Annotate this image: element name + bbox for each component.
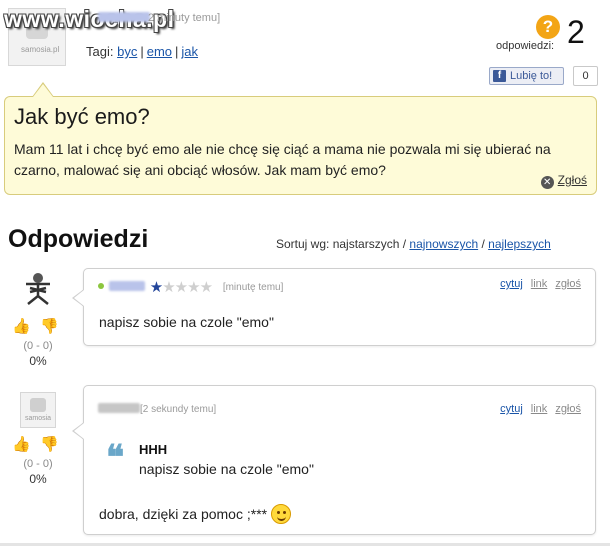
question-time: 2 minuty temu] xyxy=(148,12,221,24)
answer-text: napisz sobie na czole "emo" xyxy=(99,314,274,330)
question-title: Jak być emo? xyxy=(14,104,150,129)
question-mark-icon: ? xyxy=(536,15,560,39)
report-question-button[interactable]: ✕ Zgłoś xyxy=(540,173,587,189)
star-empty-icon: ★★★★ xyxy=(162,279,213,296)
skeleton-avatar-icon xyxy=(20,270,56,306)
permalink[interactable]: link xyxy=(531,278,548,290)
quote-author: HHH xyxy=(139,442,168,457)
quote-link[interactable]: cytuj xyxy=(500,403,523,415)
answer-meta: ★★★★★ [minutę temu] xyxy=(98,278,284,296)
report-link[interactable]: zgłoś xyxy=(555,403,581,415)
tag-link-byc[interactable]: byc xyxy=(117,44,137,59)
vote-buttons: 👍 👎 xyxy=(10,436,66,456)
quote-link[interactable]: cytuj xyxy=(500,278,523,290)
thumbs-down-icon[interactable]: 👎 xyxy=(40,436,59,454)
report-label: Zgłoś xyxy=(557,173,587,187)
sort-label: Sortuj wg: xyxy=(276,237,330,251)
close-circle-icon: ✕ xyxy=(540,176,554,189)
answer-box: [2 sekundy temu] cytuj link zgłoś ❝ HHH na… xyxy=(83,385,596,535)
answer-box: ★★★★★ [minutę temu] cytuj link zgłoś napis… xyxy=(83,268,596,346)
answer-votes: 👍 👎 (0 - 0) 0% xyxy=(10,436,66,486)
question-body: Mam 11 lat i chcę być emo ale nie chcę s… xyxy=(14,141,551,178)
vote-count: (0 - 0) xyxy=(23,340,53,352)
tag-link-jak[interactable]: jak xyxy=(181,44,198,59)
online-status-icon xyxy=(98,283,104,289)
sort-option-best[interactable]: najlepszych xyxy=(488,237,551,251)
thumbs-up-icon[interactable]: 👍 xyxy=(12,318,31,336)
like-label: Lubię to! xyxy=(510,70,553,82)
question-bubble: Jak być emo? Mam 11 lat i chcę być emo a… xyxy=(4,96,597,195)
tag-separator: | xyxy=(175,44,179,59)
answer-actions: cytuj link zgłoś xyxy=(492,278,581,290)
answer-bubble-tail-inner xyxy=(74,423,84,439)
vote-percent: 0% xyxy=(29,354,47,368)
answer-votes: 👍 👎 (0 - 0) 0% xyxy=(10,318,66,368)
report-link[interactable]: zgłoś xyxy=(555,278,581,290)
facebook-icon: f xyxy=(493,70,506,82)
vote-count: (0 - 0) xyxy=(23,458,53,470)
answer-meta: [2 sekundy temu] xyxy=(98,403,216,419)
answer-time: [minutę temu] xyxy=(222,282,284,293)
answer-author-blurred[interactable] xyxy=(98,403,140,413)
thumbs-down-icon[interactable]: 👎 xyxy=(40,318,59,336)
permalink[interactable]: link xyxy=(531,403,548,415)
sort-option-oldest[interactable]: najstarszych xyxy=(333,237,400,251)
smiley-icon xyxy=(271,504,292,524)
answer-avatar[interactable]: samosia xyxy=(20,392,56,428)
answer-bubble-tail-inner xyxy=(74,290,84,306)
like-count: 0 xyxy=(573,66,598,86)
thumbs-up-icon[interactable]: 👍 xyxy=(12,436,31,454)
bubble-tail-inner xyxy=(33,84,53,97)
avatar-label: samosia xyxy=(25,415,52,422)
default-avatar-icon xyxy=(30,398,46,412)
vote-buttons: 👍 👎 xyxy=(10,318,66,338)
vote-percent: 0% xyxy=(29,472,47,486)
answer-avatar[interactable] xyxy=(20,270,56,306)
tag-link-emo[interactable]: emo xyxy=(147,44,172,59)
answer-text: dobra, dzięki za pomoc ;*** xyxy=(99,506,268,522)
avatar-label: samosia.pl xyxy=(21,45,60,54)
question-author-blurred[interactable] xyxy=(98,12,150,22)
answers-heading: Odpowiedzi xyxy=(8,225,149,253)
sort-option-newest[interactable]: najnowszych xyxy=(409,237,478,251)
star-filled-icon: ★ xyxy=(149,279,163,296)
tag-separator: | xyxy=(140,44,144,59)
answers-count-label: odpowiedzi: xyxy=(496,40,555,52)
quote-icon: ❝ xyxy=(106,438,125,478)
tags-label: Tagi: xyxy=(86,44,114,59)
answers-count: 2 xyxy=(567,14,585,50)
facebook-like-button[interactable]: f Lubię to! xyxy=(489,67,564,85)
answer-actions: cytuj link zgłoś xyxy=(492,403,581,415)
answer-author-blurred[interactable] xyxy=(109,281,145,291)
quote-text: napisz sobie na czole "emo" xyxy=(139,461,314,477)
answer-text-line: dobra, dzięki za pomoc ;*** xyxy=(99,504,292,524)
user-rating-stars: ★★★★★ xyxy=(149,278,213,296)
sort-bar: Sortuj wg: najstarszych / najnowszych / … xyxy=(276,237,551,251)
question-tags: Tagi: byc | emo | jak xyxy=(86,44,198,59)
answer-time: [2 sekundy temu] xyxy=(140,404,217,415)
